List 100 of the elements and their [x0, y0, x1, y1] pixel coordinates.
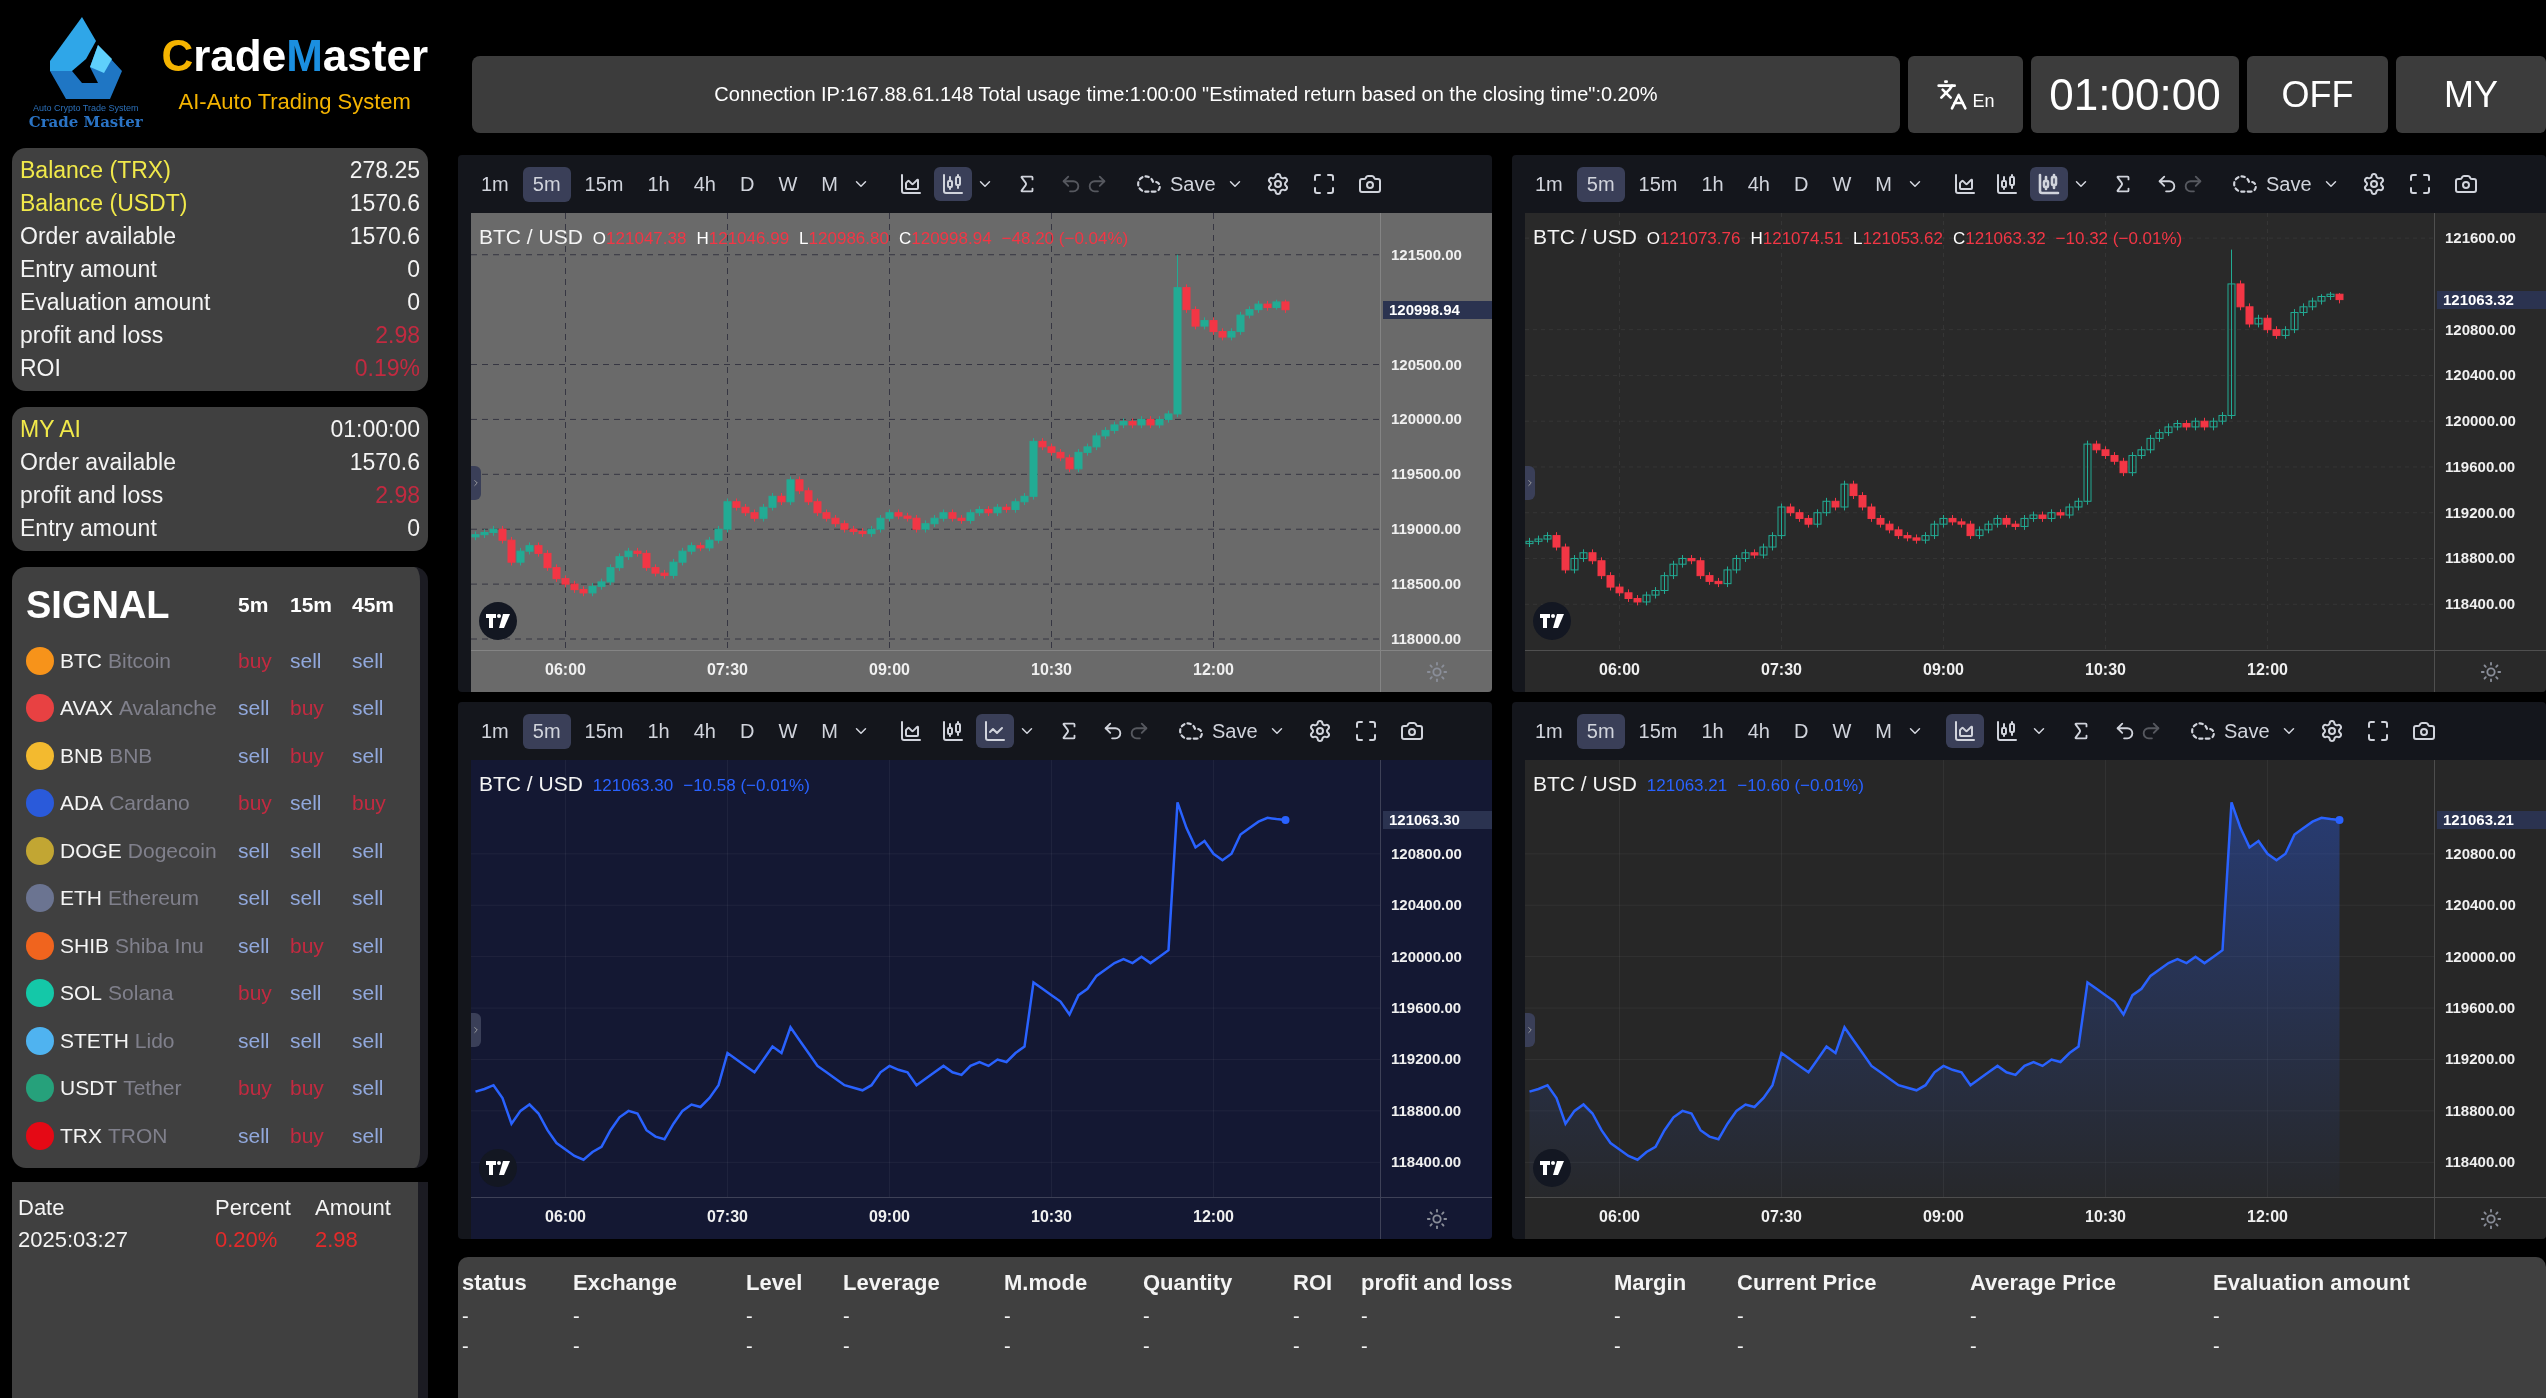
interval-button[interactable]: 5m [1576, 713, 1625, 749]
table-cell-text: - [462, 1304, 470, 1329]
price-tick: 119600.00 [1391, 1000, 1462, 1017]
column-header: Leverage [843, 1269, 941, 1297]
save-button[interactable]: Save [2226, 167, 2318, 201]
info-value: 0 [407, 288, 420, 317]
table-cell-text: - [1737, 1304, 1745, 1329]
signal-value: buy [352, 791, 387, 816]
column-header: Average Price [1970, 1269, 2117, 1297]
price-tick: 119200.00 [1391, 1051, 1462, 1068]
signal-value: sell [238, 838, 271, 863]
table-cell-text: - [462, 1334, 470, 1359]
save-button[interactable]: Save [1130, 167, 1222, 201]
price-tick: 120400.00 [1391, 897, 1462, 914]
table-cell-text: - [1143, 1304, 1151, 1329]
interval-button[interactable]: M [811, 713, 848, 749]
brand-subtitle: AI-Auto Trading System [178, 89, 411, 115]
table-cell-text: - [746, 1304, 754, 1329]
table-cell-text: - [1004, 1304, 1012, 1329]
info-value: 2.98 [375, 481, 420, 510]
interval-button[interactable]: W [768, 713, 808, 749]
time-tick: 07:30 [707, 661, 748, 679]
save-button[interactable]: Save [2184, 714, 2276, 748]
price-tick: 118400.00 [2445, 596, 2516, 613]
interval-button[interactable]: 4h [1737, 166, 1780, 202]
interval-button[interactable]: 1h [1691, 713, 1734, 749]
interval-button[interactable]: 5m [522, 166, 571, 202]
interval-button[interactable]: 4h [683, 713, 726, 749]
ohlc-value: C121063.32 [1952, 229, 2046, 249]
interval-button[interactable]: 1m [471, 713, 519, 749]
time-tick: 07:30 [707, 1208, 748, 1226]
account-button[interactable]: MY [2396, 56, 2546, 133]
coin-symbol: BNB [60, 743, 104, 768]
interval-button[interactable]: W [1822, 713, 1862, 749]
price-tick: 119600.00 [2445, 1000, 2516, 1017]
price-tick: 118800.00 [2445, 550, 2516, 567]
interval-button[interactable]: 4h [1737, 713, 1780, 749]
column-header: profit and loss [1361, 1269, 1514, 1297]
interval-button[interactable]: 1h [637, 166, 680, 202]
coin-name: BNB [109, 743, 153, 768]
interval-button[interactable]: 15m [574, 166, 634, 202]
coin-symbol: ADA [60, 791, 104, 816]
column-header: M.mode [1004, 1269, 1089, 1297]
table-cell-text: - [573, 1304, 581, 1329]
interval-button[interactable]: M [1865, 713, 1902, 749]
info-label: Order available [20, 448, 176, 477]
table-cell-text: - [1004, 1334, 1012, 1359]
interval-button[interactable]: D [730, 713, 765, 749]
signal-value: buy [290, 1076, 325, 1101]
interval-button[interactable]: 15m [1628, 166, 1688, 202]
coin-name: Dogecoin [127, 838, 217, 863]
price-tick: 120800.00 [1391, 845, 1462, 862]
info-label: profit and loss [20, 481, 164, 510]
info-label: Entry amount [20, 255, 157, 284]
coin-symbol: BTC [60, 648, 102, 673]
interval-button[interactable]: D [1784, 166, 1819, 202]
ohlc-value: L121053.62 [1853, 229, 1943, 249]
price-tick: 118500.00 [1391, 576, 1462, 593]
info-value: 01:00:00 [330, 415, 420, 444]
time-tick: 06:00 [545, 661, 586, 679]
interval-button[interactable]: 1h [637, 713, 680, 749]
save-button[interactable]: Save [1172, 714, 1264, 748]
connection-status: Connection IP:167.88.61.148 Total usage time:1:00:00 "Estimated return based on the closing time":0.20% [472, 56, 1900, 133]
interval-button[interactable]: 5m [1576, 166, 1625, 202]
table-cell-text: - [1361, 1334, 1369, 1359]
language-button[interactable]: En [1908, 56, 2023, 133]
column-header: Amount [315, 1194, 392, 1222]
info-label: MY AI [20, 415, 81, 444]
interval-button[interactable]: 1m [1525, 166, 1573, 202]
interval-button[interactable]: D [730, 166, 765, 202]
ohlc-value: H121074.51 [1750, 229, 1844, 249]
info-label: Order available [20, 222, 176, 251]
coin-symbol: USDT [60, 1076, 118, 1101]
timer-button[interactable]: 01:00:00 [2031, 56, 2239, 133]
column-header: Percent [215, 1194, 292, 1222]
signal-value: sell [290, 981, 323, 1006]
price-tick: 119000.00 [1391, 521, 1462, 538]
price-tick: 121600.00 [2445, 230, 2516, 247]
info-label: Balance (TRX) [20, 156, 171, 185]
interval-button[interactable]: 5m [522, 713, 571, 749]
interval-button[interactable]: 1m [471, 166, 519, 202]
interval-button[interactable]: 1h [1691, 166, 1734, 202]
signal-value: buy [290, 933, 325, 958]
interval-button[interactable]: M [1865, 166, 1902, 202]
coin-symbol: DOGE [60, 838, 122, 863]
column-header: Evaluation amount [2213, 1269, 2411, 1297]
interval-button[interactable]: M [811, 166, 848, 202]
price-tick: 120000.00 [1391, 411, 1462, 428]
interval-button[interactable]: 15m [1628, 713, 1688, 749]
interval-button[interactable]: 4h [683, 166, 726, 202]
price-tick: 119200.00 [2445, 504, 2516, 521]
interval-button[interactable]: D [1784, 713, 1819, 749]
column-header: status [462, 1269, 528, 1297]
signal-value: sell [290, 791, 323, 816]
interval-button[interactable]: 1m [1525, 713, 1573, 749]
interval-button[interactable]: W [1822, 166, 1862, 202]
price-tick: 120800.00 [2445, 845, 2516, 862]
power-button[interactable]: OFF [2247, 56, 2388, 133]
interval-button[interactable]: W [768, 166, 808, 202]
interval-button[interactable]: 15m [574, 713, 634, 749]
